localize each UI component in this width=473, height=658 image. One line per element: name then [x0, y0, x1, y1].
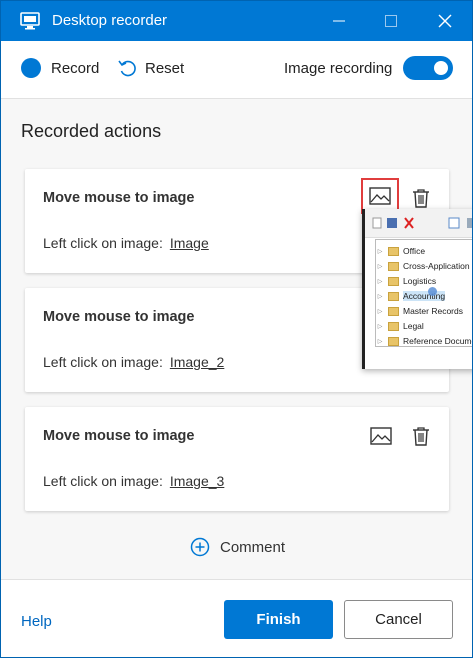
action-card: Move mouse to image Left click on image:… — [25, 407, 449, 511]
action-desc-text: Left click on image: — [43, 354, 163, 370]
reset-label: Reset — [145, 59, 185, 77]
image-link[interactable]: Image_3 — [170, 473, 224, 489]
folder-icon — [388, 291, 399, 301]
record-label: Record — [51, 59, 100, 77]
monitor-icon — [20, 12, 40, 30]
desktop-recorder-window: Desktop recorder Record Reset Image reco… — [0, 0, 473, 658]
folder-icon — [388, 321, 399, 331]
folder-icon — [388, 261, 399, 271]
finish-button[interactable]: Finish — [224, 600, 333, 639]
action-title: Move mouse to image — [43, 428, 195, 444]
folder-icon — [388, 336, 399, 346]
minimize-icon — [333, 20, 345, 22]
folder-icon — [388, 276, 399, 286]
record-icon — [21, 58, 41, 78]
action-title: Move mouse to image — [43, 309, 195, 325]
tree-item: ▷ Logistics — [377, 276, 437, 286]
action-description: Left click on image: Image_2 — [43, 354, 224, 370]
trash-icon — [413, 427, 429, 446]
section-title: Recorded actions — [21, 121, 162, 141]
recorder-toolbar: Record Reset Image recording — [1, 41, 472, 99]
action-desc-text: Left click on image: — [43, 473, 163, 489]
toggle-knob — [434, 61, 448, 75]
cancel-button[interactable]: Cancel — [344, 600, 453, 639]
preview-toolbar-icons — [372, 217, 472, 229]
title-bar: Desktop recorder — [1, 1, 472, 41]
preview-folder-tree: ▷ Office ▷ Cross-Application ▷ Logistics ▷ A… — [375, 239, 472, 347]
image-recording-toggle[interactable] — [403, 56, 453, 80]
folder-icon — [388, 306, 399, 316]
image-icon — [370, 427, 392, 445]
image-preview-popup: ▷ Office ▷ Cross-Application ▷ Logistics ▷ A… — [362, 209, 472, 369]
delete-action-button[interactable] — [409, 186, 433, 210]
action-description: Left click on image: Image — [43, 235, 209, 251]
image-link[interactable]: Image_2 — [170, 354, 224, 370]
plus-circle-icon — [190, 537, 210, 557]
undo-arrow-icon — [118, 60, 136, 77]
maximize-icon — [385, 15, 397, 27]
image-icon — [369, 187, 391, 205]
comment-label: Comment — [220, 538, 286, 556]
tree-item: ▷ Cross-Application — [377, 261, 470, 271]
window-title: Desktop recorder — [52, 12, 168, 29]
close-button[interactable] — [419, 1, 471, 41]
action-desc-text: Left click on image: — [43, 235, 163, 251]
show-image-button[interactable] — [367, 424, 395, 448]
image-link[interactable]: Image — [170, 235, 209, 251]
close-icon — [438, 14, 452, 28]
help-link[interactable]: Help — [21, 613, 52, 630]
footer: Help Finish Cancel — [1, 579, 472, 657]
maximize-button[interactable] — [365, 1, 417, 41]
folder-icon — [388, 246, 399, 256]
tree-item: ▷ Legal — [377, 321, 424, 331]
mouse-cursor-marker — [428, 287, 437, 296]
tree-item: ▷ Master Records — [377, 306, 463, 316]
trash-icon — [413, 189, 429, 208]
tree-item: ▷ Office — [377, 246, 426, 256]
minimize-button[interactable] — [313, 1, 365, 41]
action-description: Left click on image: Image_3 — [43, 473, 224, 489]
image-recording-label: Image recording — [284, 60, 393, 77]
record-button[interactable]: Record — [21, 58, 99, 78]
add-comment-button[interactable]: Comment — [190, 537, 285, 557]
action-title: Move mouse to image — [43, 190, 195, 206]
delete-action-button[interactable] — [409, 424, 433, 448]
reset-button[interactable]: Reset — [117, 58, 184, 78]
preview-toolbar-image — [365, 209, 472, 238]
tree-item: ▷Reference Documents — [377, 336, 472, 346]
